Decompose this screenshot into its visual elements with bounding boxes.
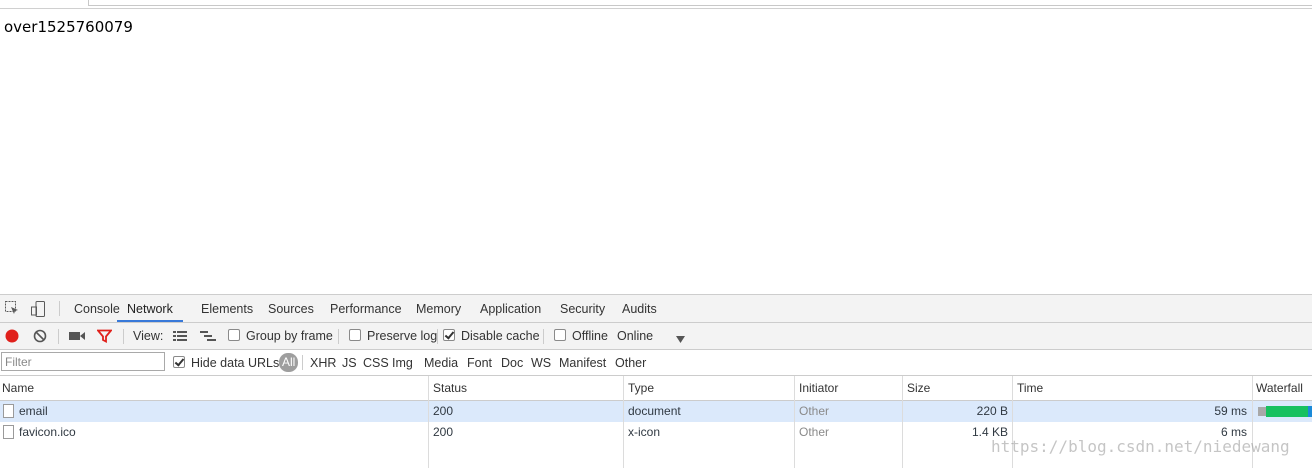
filter-bar: Hide data URLs All XHR JS CSS Img Media … xyxy=(0,350,1312,376)
column-divider[interactable] xyxy=(902,376,903,468)
checkbox-box[interactable] xyxy=(228,329,240,341)
document-icon xyxy=(3,404,14,418)
filter-type-doc[interactable]: Doc xyxy=(501,350,523,375)
filter-type-media[interactable]: Media xyxy=(424,350,458,375)
throttling-select[interactable]: Online xyxy=(617,323,653,349)
cell-type: x-icon xyxy=(628,425,661,439)
hide-data-urls-label: Hide data URLs xyxy=(191,356,280,370)
cell-initiator: Other xyxy=(799,425,830,439)
inspect-element-icon[interactable] xyxy=(5,301,19,315)
filter-type-ws[interactable]: WS xyxy=(531,350,551,375)
column-header-waterfall[interactable]: Waterfall xyxy=(1256,376,1303,400)
preserve-log-label: Preserve log xyxy=(367,329,438,343)
column-header-type[interactable]: Type xyxy=(628,376,654,400)
group-by-frame-label: Group by frame xyxy=(246,329,333,343)
record-icon[interactable] xyxy=(5,329,19,343)
tab-memory[interactable]: Memory xyxy=(416,295,461,322)
tabbar-separator xyxy=(59,301,60,316)
filter-separator xyxy=(302,355,303,370)
column-header-time[interactable]: Time xyxy=(1017,376,1043,400)
address-bar-edge xyxy=(88,0,1312,6)
checkbox-box-checked[interactable] xyxy=(173,356,185,368)
preserve-log-checkbox[interactable]: Preserve log xyxy=(349,323,437,349)
filter-type-css[interactable]: CSS xyxy=(363,350,389,375)
network-toolbar: View: Group by frame Preserve log Disabl… xyxy=(0,323,1312,350)
cell-status: 200 xyxy=(433,425,454,439)
hide-data-urls-checkbox[interactable]: Hide data URLs xyxy=(173,350,279,375)
cell-type: document xyxy=(628,404,681,418)
table-row[interactable]: email 200 document Other 220 B 59 ms xyxy=(0,401,1312,422)
document-icon xyxy=(3,425,14,439)
toolbar-separator xyxy=(543,329,544,344)
filter-type-all[interactable]: All xyxy=(279,353,299,372)
throttling-value: Online xyxy=(617,329,654,343)
page-body-text: over1525760079 xyxy=(4,18,133,36)
column-header-status[interactable]: Status xyxy=(433,376,467,400)
group-by-frame-checkbox[interactable]: Group by frame xyxy=(228,323,333,349)
tab-elements[interactable]: Elements xyxy=(201,295,253,322)
offline-label: Offline xyxy=(572,329,608,343)
disable-cache-label: Disable cache xyxy=(461,329,540,343)
filter-type-font[interactable]: Font xyxy=(467,350,492,375)
view-label: View: xyxy=(133,329,164,343)
overview-icon[interactable] xyxy=(200,331,216,345)
checkbox-box[interactable] xyxy=(349,329,361,341)
filter-type-other[interactable]: Other xyxy=(615,350,646,375)
cell-name: favicon.ico xyxy=(19,425,76,439)
device-toolbar-icon[interactable] xyxy=(31,301,45,317)
checkbox-box[interactable] xyxy=(554,329,566,341)
column-header-size[interactable]: Size xyxy=(907,376,930,400)
tab-sources[interactable]: Sources xyxy=(268,295,314,322)
column-divider[interactable] xyxy=(623,376,624,468)
tab-console[interactable]: Console xyxy=(74,295,120,322)
clear-icon[interactable] xyxy=(33,329,47,343)
tab-application[interactable]: Application xyxy=(480,295,541,322)
tab-network[interactable]: Network xyxy=(117,295,183,322)
devtools-tabbar: Console Network Elements Sources Perform… xyxy=(0,295,1312,323)
checkbox-box-checked[interactable] xyxy=(443,329,455,341)
waterfall-download-bar xyxy=(1266,406,1308,417)
watermark-text: https://blog.csdn.net/niedewang xyxy=(991,437,1290,456)
tab-audits[interactable]: Audits xyxy=(622,295,657,322)
filter-type-js[interactable]: JS xyxy=(342,350,357,375)
tab-security[interactable]: Security xyxy=(560,295,605,322)
filter-icon[interactable] xyxy=(96,329,113,343)
toolbar-separator xyxy=(123,329,124,344)
filter-type-img[interactable]: Img xyxy=(392,350,413,375)
column-header-initiator[interactable]: Initiator xyxy=(799,376,838,400)
cell-status: 200 xyxy=(433,404,454,418)
toolbar-separator xyxy=(437,329,438,344)
browser-chrome-strip xyxy=(0,0,1312,9)
toolbar-separator xyxy=(338,329,339,344)
waterfall-end-bar xyxy=(1308,406,1312,417)
toolbar-separator xyxy=(58,329,59,344)
table-header: Name Status Type Initiator Size Time Wat… xyxy=(0,376,1312,401)
waterfall-waiting-bar xyxy=(1258,407,1266,416)
cell-initiator: Other xyxy=(799,404,830,418)
filter-type-xhr[interactable]: XHR xyxy=(310,350,336,375)
disable-cache-checkbox[interactable]: Disable cache xyxy=(443,323,540,349)
filter-type-manifest[interactable]: Manifest xyxy=(559,350,606,375)
cell-size: 220 B xyxy=(976,404,1008,418)
column-divider[interactable] xyxy=(428,376,429,468)
large-rows-icon[interactable] xyxy=(173,331,187,345)
capture-screenshots-icon[interactable] xyxy=(69,330,85,344)
dropdown-arrow-icon[interactable] xyxy=(676,332,690,346)
tab-performance[interactable]: Performance xyxy=(330,295,402,322)
column-header-name[interactable]: Name xyxy=(2,376,34,400)
filter-input[interactable] xyxy=(1,352,165,371)
cell-name: email xyxy=(19,404,48,418)
offline-checkbox[interactable]: Offline xyxy=(554,323,608,349)
column-divider[interactable] xyxy=(794,376,795,468)
cell-time: 59 ms xyxy=(1214,404,1247,418)
